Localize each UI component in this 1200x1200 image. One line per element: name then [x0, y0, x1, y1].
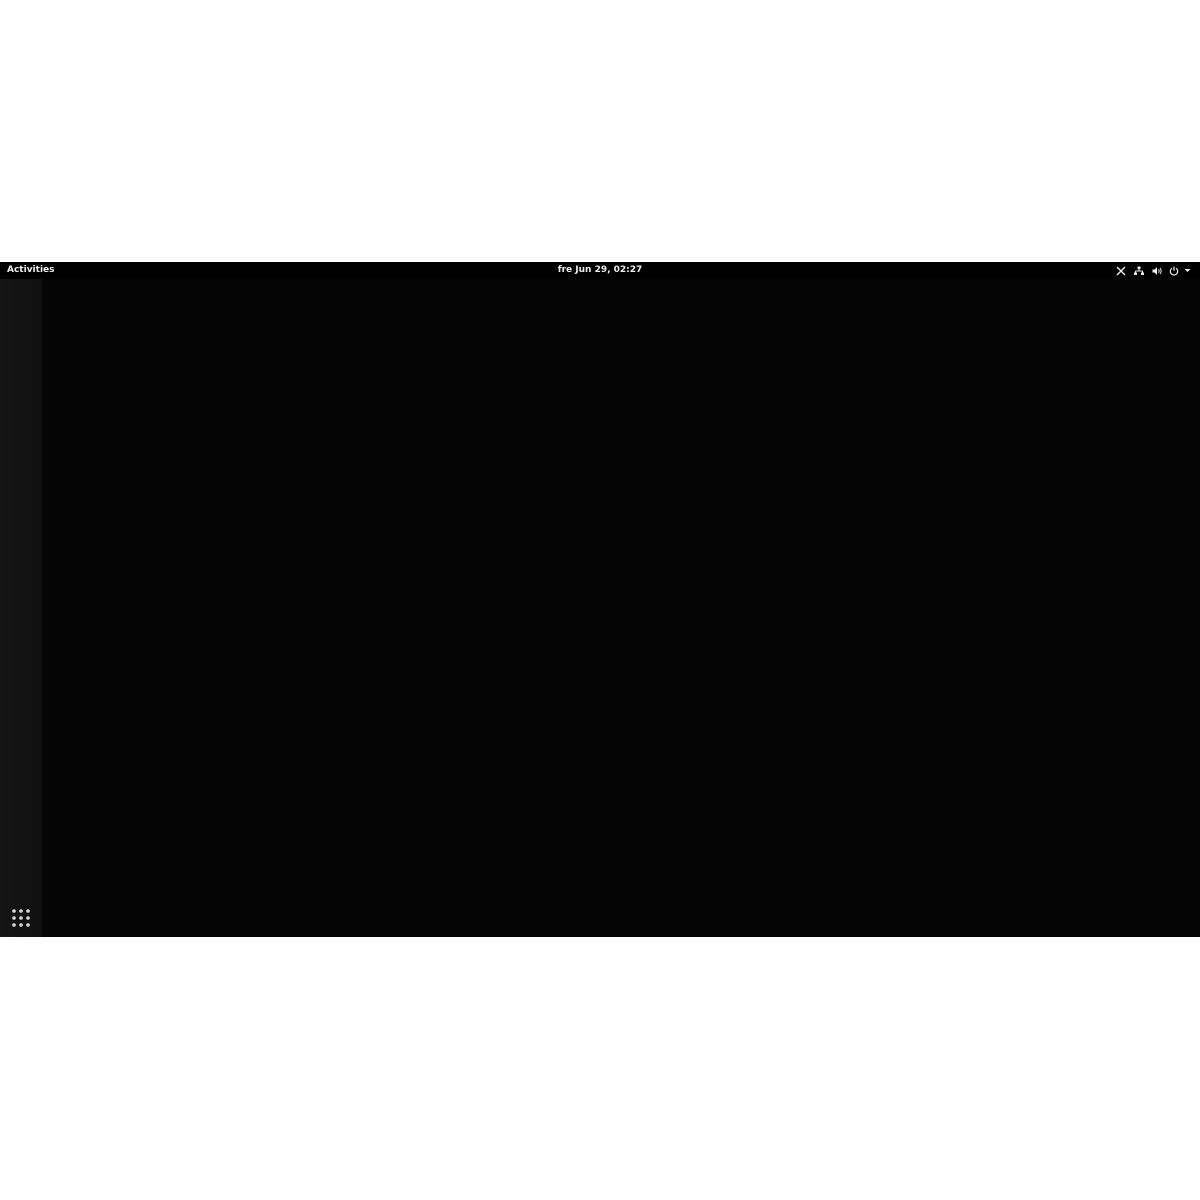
dash-sidebar [0, 279, 42, 937]
activities-button[interactable]: Activities [7, 264, 55, 277]
app-grid-icon [12, 909, 30, 927]
x-app-icon[interactable] [1112, 264, 1130, 277]
menu-arrow-icon[interactable] [1182, 264, 1192, 277]
show-applications-button[interactable] [8, 905, 34, 931]
top-panel: Activities fre Jun 29, 02:27 [0, 262, 1200, 279]
power-icon[interactable] [1166, 264, 1182, 277]
desktop-screen: Activities fre Jun 29, 02:27 [0, 262, 1200, 937]
system-tray [1112, 264, 1192, 277]
clock-button[interactable]: fre Jun 29, 02:27 [558, 265, 643, 275]
volume-icon[interactable] [1148, 264, 1166, 277]
clock-container: fre Jun 29, 02:27 [0, 264, 1200, 277]
workspace-area[interactable] [42, 279, 1200, 937]
network-wired-icon[interactable] [1130, 264, 1148, 277]
